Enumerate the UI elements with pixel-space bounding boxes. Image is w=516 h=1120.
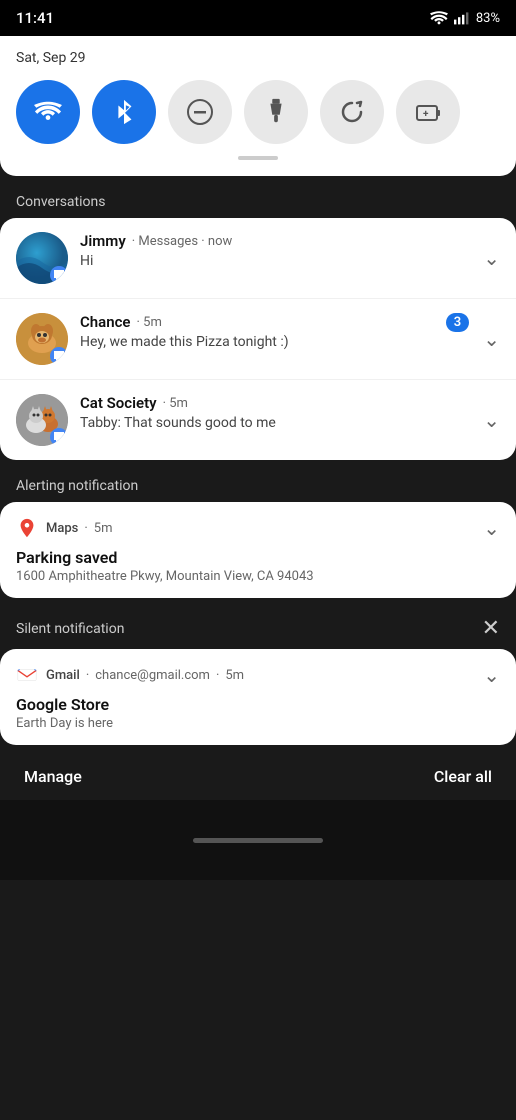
jimmy-content: Jimmy · Messages · now Hi [80,232,475,269]
tile-autorotate[interactable] [320,80,384,144]
cat-society-expand-icon[interactable]: ⌄ [483,408,500,432]
gmail-email: chance@gmail.com [95,668,210,683]
bluetooth-tile-icon [110,98,138,126]
maps-expand-icon[interactable]: ⌄ [483,516,500,540]
messages-icon-cat [53,431,65,443]
conversations-label: Conversations [0,184,516,218]
chance-content: Chance · 5m Hey, we made this Pizza toni… [80,313,446,350]
quick-tiles-row: + [16,80,500,144]
gmail-expand-icon[interactable]: ⌄ [483,663,500,687]
silent-close-button[interactable]: ✕ [482,616,500,641]
maps-icon [16,517,38,539]
messages-badge-jimmy [50,266,68,284]
chance-time: · 5m [137,315,162,330]
jimmy-message: Hi [80,253,475,269]
maps-title: Parking saved [16,548,500,567]
gmail-title: Google Store [16,695,500,714]
gmail-time: 5m [225,668,244,683]
gmail-notification[interactable]: Gmail · chance@gmail.com · 5m ⌄ Google S… [0,649,516,745]
messages-icon [53,269,65,281]
gmail-icon [16,664,38,686]
chance-expand-icon[interactable]: ⌄ [483,327,500,351]
jimmy-name: Jimmy [80,232,126,250]
home-indicator[interactable] [193,838,323,843]
cat-society-header: Cat Society · 5m [80,394,475,412]
bottom-area [0,800,516,880]
status-time: 11:41 [16,9,54,27]
avatar-chance [16,313,68,365]
wifi-icon [430,11,448,25]
maps-notification[interactable]: Maps · 5m ⌄ Parking saved 1600 Amphithea… [0,502,516,598]
maps-dot: · [84,521,87,536]
cat-society-name: Cat Society [80,394,157,412]
maps-time: 5m [94,521,113,536]
messages-badge-chance [50,347,68,365]
chance-message: Hey, we made this Pizza tonight :) [80,334,446,350]
gmail-dot1: · [86,668,89,683]
battery-saver-tile-icon: + [414,98,442,126]
jimmy-app: · Messages · now [132,234,233,249]
battery-indicator: 83% [476,11,500,26]
cat-society-message: Tabby: That sounds good to me [80,415,475,431]
messages-icon-chance [53,350,65,362]
tile-wifi[interactable] [16,80,80,144]
status-bar: 11:41 83% [0,0,516,36]
quick-settings-panel: Sat, Sep 29 [0,36,516,176]
dnd-tile-icon [186,98,214,126]
conversation-cat-society[interactable]: Cat Society · 5m Tabby: That sounds good… [0,380,516,460]
avatar-cat-society [16,394,68,446]
flashlight-tile-icon [262,98,290,126]
alerting-label: Alerting notification [0,468,516,502]
tile-battery-saver[interactable]: + [396,80,460,144]
conversations-card: Jimmy · Messages · now Hi ⌄ [0,218,516,460]
conversation-chance[interactable]: Chance · 5m Hey, we made this Pizza toni… [0,299,516,380]
gmail-dot2: · [216,668,219,683]
gmail-subtitle: Earth Day is here [16,716,500,731]
wifi-tile-icon [34,98,62,126]
maps-address: 1600 Amphitheatre Pkwy, Mountain View, C… [16,569,500,584]
gmail-app-name: Gmail [46,668,80,683]
autorotate-tile-icon [338,98,366,126]
maps-header: Maps · 5m ⌄ [16,516,500,540]
status-icons: 83% [430,11,500,26]
manage-button[interactable]: Manage [24,767,82,786]
date-display: Sat, Sep 29 [16,50,500,66]
avatar-jimmy [16,232,68,284]
chance-badge: 3 [446,313,469,332]
bottom-bar: Manage Clear all [0,753,516,800]
silent-header: Silent notification ✕ [0,606,516,649]
gmail-meta: Gmail · chance@gmail.com · 5m [46,668,475,683]
chance-header: Chance · 5m [80,313,446,331]
messages-badge-cat [50,428,68,446]
cat-society-content: Cat Society · 5m Tabby: That sounds good… [80,394,475,431]
tile-flashlight[interactable] [244,80,308,144]
maps-app-name: Maps [46,521,78,536]
signal-icon [454,11,470,25]
svg-text:+: + [423,109,429,120]
chance-name: Chance [80,313,131,331]
maps-meta: Maps · 5m [46,521,475,536]
jimmy-header: Jimmy · Messages · now [80,232,475,250]
cat-society-time: · 5m [163,396,188,411]
jimmy-expand-icon[interactable]: ⌄ [483,246,500,270]
tile-dnd[interactable] [168,80,232,144]
conversation-jimmy[interactable]: Jimmy · Messages · now Hi ⌄ [0,218,516,299]
silent-label: Silent notification [16,621,124,637]
tile-bluetooth[interactable] [92,80,156,144]
drag-handle[interactable] [238,156,278,160]
clear-all-button[interactable]: Clear all [434,767,492,786]
gmail-header: Gmail · chance@gmail.com · 5m ⌄ [16,663,500,687]
